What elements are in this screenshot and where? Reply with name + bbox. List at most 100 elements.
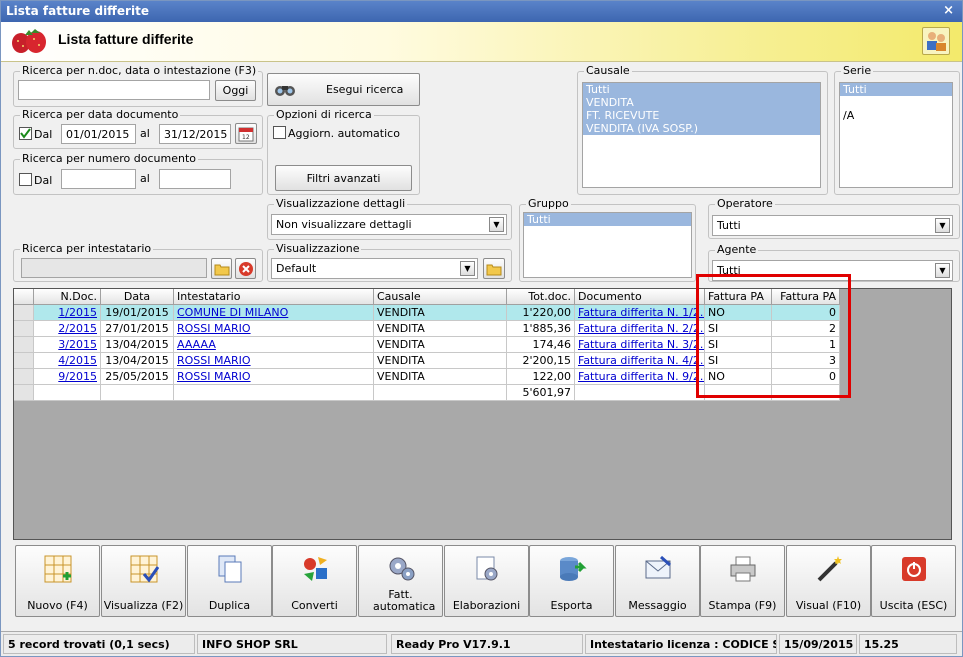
agente-label: Agente [715, 243, 759, 256]
oggi-button[interactable]: Oggi [215, 80, 256, 101]
intestatario-folder-button[interactable] [211, 258, 232, 279]
causale-item[interactable]: Tutti [583, 83, 820, 96]
toolbar-button-auto-invoice[interactable]: Fatt. automatica [358, 545, 443, 617]
date-dal-checkbox[interactable] [19, 127, 32, 140]
intestatario-cell[interactable]: COMUNE DI MILANO [174, 305, 374, 321]
ndoc-search-input[interactable] [18, 80, 210, 100]
column-header[interactable]: Intestatario [174, 289, 374, 305]
causale-cell-text: VENDITA [377, 370, 425, 383]
document-cell[interactable]: Fattura differita N. 1/2... [575, 305, 705, 321]
document-cell-text[interactable]: Fattura differita N. 1/2... [578, 306, 704, 319]
esegui-ricerca-button[interactable]: Esegui ricerca [267, 73, 420, 106]
row-indicator[interactable] [14, 305, 34, 321]
intestatario-cell[interactable]: ROSSI MARIO [174, 353, 374, 369]
toolbar-button-power[interactable]: Uscita (ESC) [871, 545, 956, 617]
document-cell-text[interactable]: Fattura differita N. 3/2... [578, 338, 704, 351]
num-dal-checkbox[interactable] [19, 173, 32, 186]
total-cell: 174,46 [507, 337, 575, 353]
total-cell: 122,00 [507, 369, 575, 385]
filtri-avanzati-button[interactable]: Filtri avanzati [275, 165, 412, 191]
chevron-down-icon[interactable]: ▼ [460, 261, 475, 276]
gruppo-item[interactable]: Tutti [524, 213, 691, 226]
serie-item[interactable]: Tutti [840, 83, 952, 96]
column-header[interactable]: Data [101, 289, 174, 305]
document-cell-text[interactable]: Fattura differita N. 2/2... [578, 322, 704, 335]
visualizzazione-folder-button[interactable] [483, 258, 505, 279]
intestatario-cell-text[interactable]: COMUNE DI MILANO [177, 306, 288, 319]
auto-update-checkbox[interactable] [273, 126, 286, 139]
ndoc-cell-text[interactable]: 4/2015 [58, 354, 97, 367]
calendar-button[interactable]: 12 [235, 123, 257, 144]
checkmark-icon [20, 128, 31, 139]
row-indicator[interactable] [14, 369, 34, 385]
serie-list[interactable]: Tutti /A [839, 82, 953, 188]
ndoc-cell[interactable]: 9/2015 [34, 369, 101, 385]
num-to-input[interactable] [159, 169, 231, 189]
visualizzazione-select[interactable]: Default ▼ [271, 258, 478, 279]
toolbar-button-new-grid[interactable]: Nuovo (F4) [15, 545, 100, 617]
operatore-value: Tutti [717, 219, 741, 232]
operatore-select[interactable]: Tutti ▼ [712, 215, 953, 236]
toolbar-button-printer[interactable]: Stampa (F9) [700, 545, 785, 617]
magic-wand-icon [814, 554, 844, 584]
document-cell[interactable]: Fattura differita N. 4/2... [575, 353, 705, 369]
close-icon[interactable]: × [943, 3, 954, 18]
ndoc-search-label: Ricerca per n.doc, data o intestazione (… [20, 64, 259, 77]
column-header[interactable]: Tot.doc. [507, 289, 575, 305]
toolbar-button-message[interactable]: Messaggio [615, 545, 700, 617]
chevron-down-icon[interactable]: ▼ [935, 263, 950, 278]
toolbar-button-label: Messaggio [628, 599, 687, 612]
ndoc-cell[interactable]: 4/2015 [34, 353, 101, 369]
intestatario-input[interactable] [21, 258, 207, 278]
ndoc-cell-text[interactable]: 1/2015 [58, 306, 97, 319]
causale-item[interactable]: VENDITA [583, 96, 820, 109]
toolbar-button-gear-doc[interactable]: Elaborazioni [444, 545, 529, 617]
ndoc-cell[interactable]: 3/2015 [34, 337, 101, 353]
chevron-down-icon[interactable]: ▼ [489, 217, 504, 232]
column-header[interactable]: Causale [374, 289, 507, 305]
column-header[interactable]: Documento [575, 289, 705, 305]
document-cell[interactable]: Fattura differita N. 2/2... [575, 321, 705, 337]
document-cell-text[interactable]: Fattura differita N. 9/2... [578, 370, 704, 383]
dettagli-select[interactable]: Non visualizzare dettagli ▼ [271, 214, 507, 235]
ndoc-cell-text[interactable]: 2/2015 [58, 322, 97, 335]
toolbar-button-view-grid[interactable]: Visualizza (F2) [101, 545, 186, 617]
intestatario-cell[interactable]: ROSSI MARIO [174, 321, 374, 337]
intestatario-cell-text[interactable]: ROSSI MARIO [177, 322, 251, 335]
num-from-input[interactable] [61, 169, 136, 189]
row-indicator[interactable] [14, 321, 34, 337]
ndoc-cell-text[interactable]: 9/2015 [58, 370, 97, 383]
title-bar: Lista fatture differite × [1, 1, 962, 22]
causale-item[interactable]: VENDITA (IVA SOSP.) [583, 122, 820, 135]
date-from-input[interactable]: 01/01/2015 [61, 124, 136, 144]
toolbar-button-duplicate[interactable]: Duplica [187, 545, 272, 617]
intestatario-clear-button[interactable] [235, 258, 256, 279]
causale-list[interactable]: Tutti VENDITA FT. RICEVUTE VENDITA (IVA … [582, 82, 821, 188]
intestatario-cell-text[interactable]: ROSSI MARIO [177, 354, 251, 367]
intestatario-cell[interactable]: ROSSI MARIO [174, 369, 374, 385]
toolbar-button-convert[interactable]: Converti [272, 545, 357, 617]
chevron-down-icon[interactable]: ▼ [935, 218, 950, 233]
document-cell-text[interactable]: Fattura differita N. 4/2... [578, 354, 704, 367]
users-icon[interactable] [922, 27, 950, 55]
document-cell[interactable]: Fattura differita N. 3/2... [575, 337, 705, 353]
causale-item[interactable]: FT. RICEVUTE [583, 109, 820, 122]
intestatario-cell[interactable]: AAAAA [174, 337, 374, 353]
date-al-label: al [140, 127, 150, 140]
gruppo-list[interactable]: Tutti [523, 212, 692, 278]
toolbar-button-magic-wand[interactable]: Visual (F10) [786, 545, 871, 617]
column-header[interactable]: N.Doc. [34, 289, 101, 305]
date-to-input[interactable]: 31/12/2015 [159, 124, 231, 144]
row-indicator[interactable] [14, 353, 34, 369]
row-indicator[interactable] [14, 337, 34, 353]
document-cell[interactable]: Fattura differita N. 9/2... [575, 369, 705, 385]
serie-item[interactable]: /A [840, 109, 952, 122]
serie-item[interactable] [840, 96, 952, 109]
ndoc-cell[interactable]: 1/2015 [34, 305, 101, 321]
intestatario-cell-text[interactable]: ROSSI MARIO [177, 370, 251, 383]
total-cell-text: 174,46 [532, 338, 572, 351]
intestatario-cell-text[interactable]: AAAAA [177, 338, 216, 351]
toolbar-button-export[interactable]: Esporta [529, 545, 614, 617]
ndoc-cell[interactable]: 2/2015 [34, 321, 101, 337]
ndoc-cell-text[interactable]: 3/2015 [58, 338, 97, 351]
